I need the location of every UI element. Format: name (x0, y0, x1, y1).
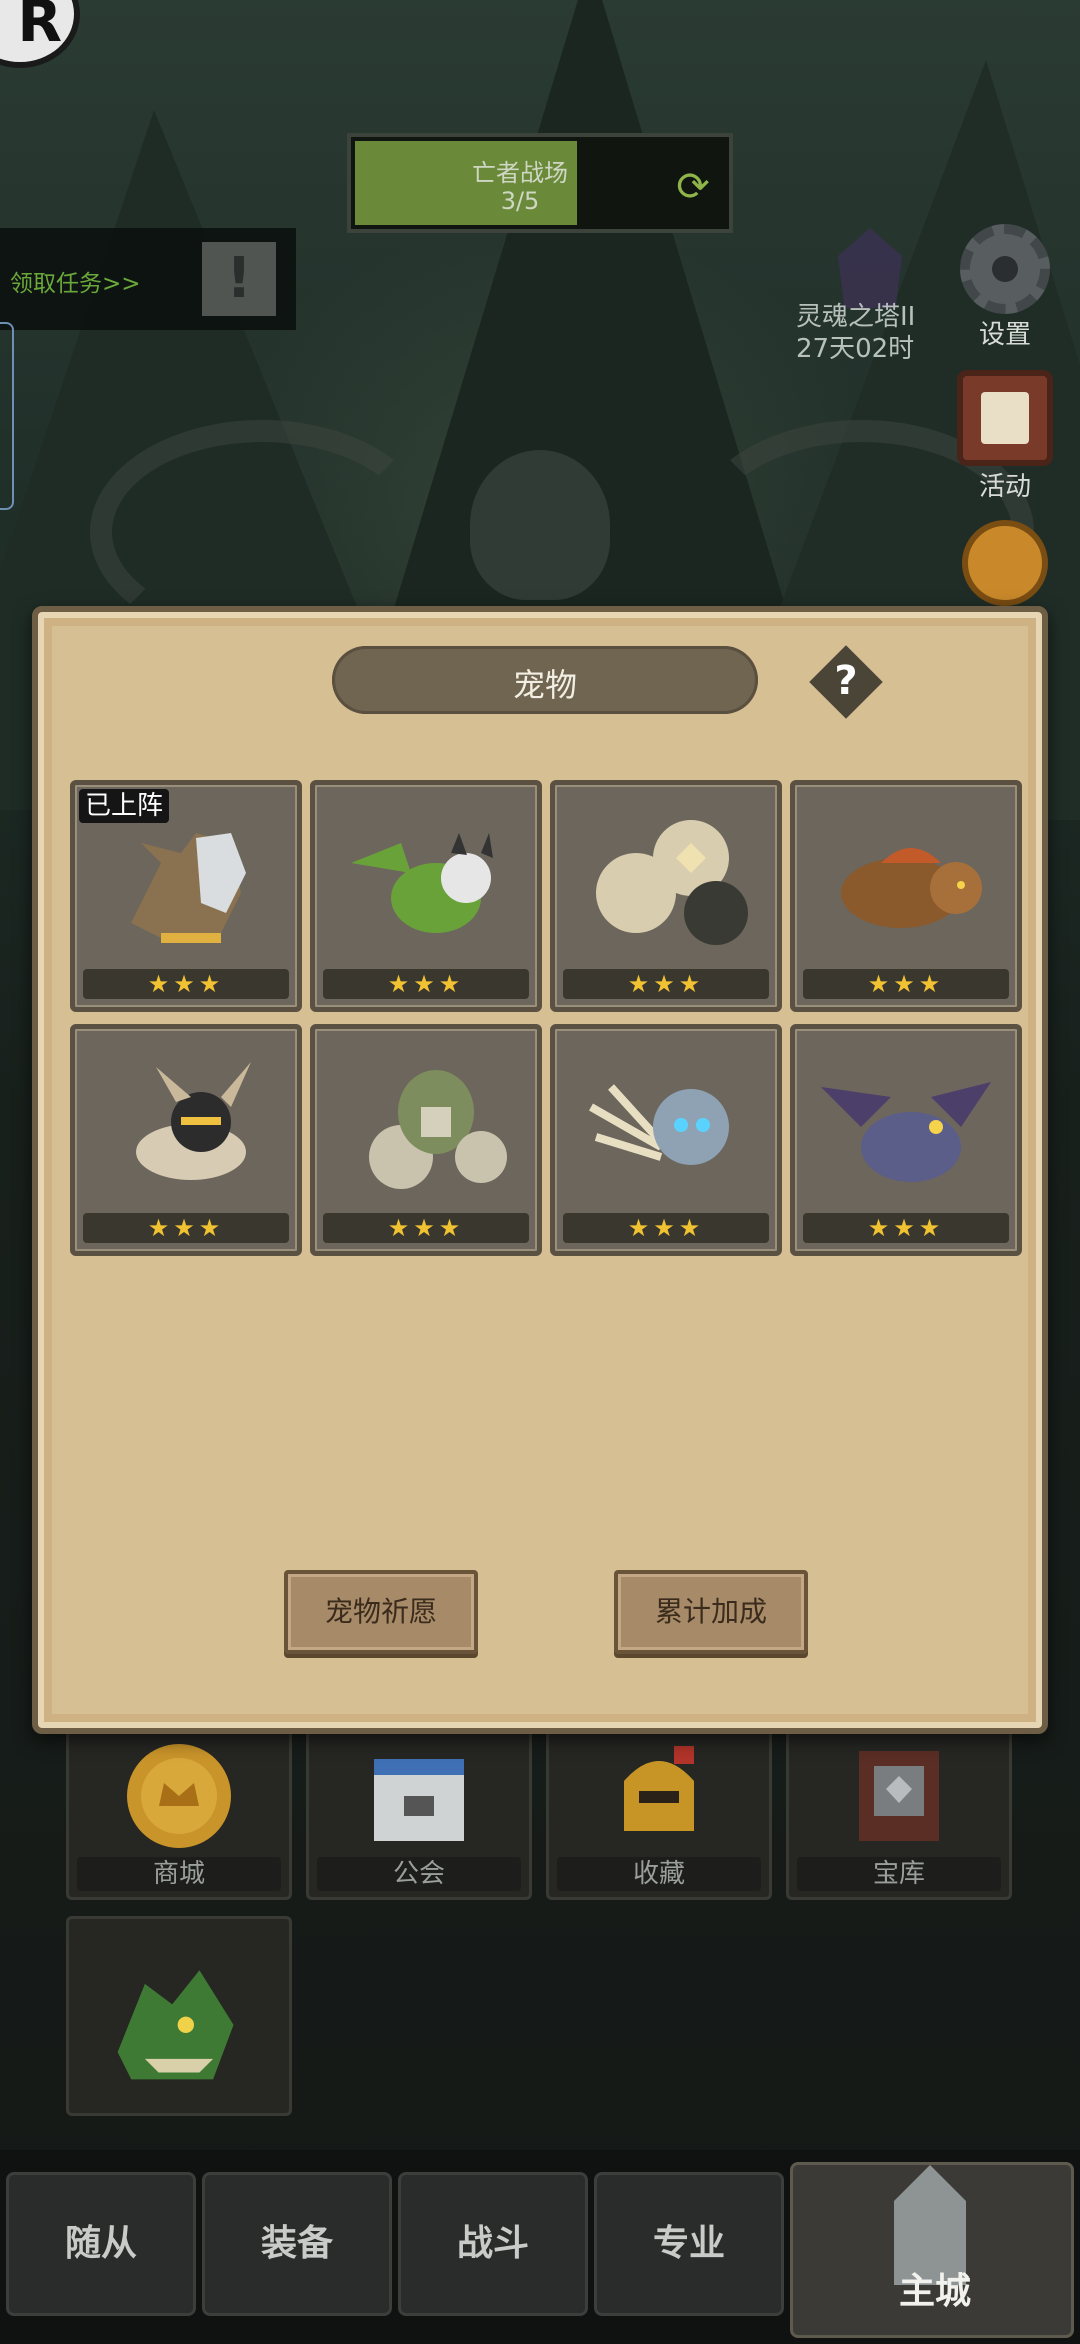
griffin-pet-icon (131, 833, 246, 943)
nav-equipment[interactable]: 装备 (202, 2172, 392, 2316)
cumulative-bonus-button[interactable]: 累计加成 (614, 1570, 808, 1654)
coin-shop-icon[interactable] (962, 520, 1048, 606)
city-tile-collection[interactable]: 收藏 (546, 1730, 772, 1900)
star-rating: ★★★ (803, 969, 1009, 999)
star-rating: ★★★ (83, 1213, 289, 1243)
tower-timer: 27天02时 (796, 334, 915, 364)
pet-card[interactable]: ★★★ (790, 1024, 1022, 1256)
pet-wish-button[interactable]: 宠物祈愿 (284, 1570, 478, 1654)
city-tile-dragon[interactable] (66, 1916, 292, 2116)
city-tile-label: 公会 (317, 1857, 521, 1891)
pet-card[interactable]: ★★★ (550, 1024, 782, 1256)
gargoyle-pet-icon (821, 1082, 991, 1182)
pet-card[interactable]: ★★★ 已上阵 (70, 780, 302, 1012)
nav-battle[interactable]: 战斗 (398, 2172, 588, 2316)
star-rating: ★★★ (563, 1213, 769, 1243)
star-rating: ★★★ (323, 969, 529, 999)
stage-name: 亡者战场 (472, 159, 568, 187)
nav-main-city-label: 主城 (898, 2271, 971, 2312)
star-rating: ★★★ (83, 969, 289, 999)
pet-card[interactable]: ★★★ (790, 780, 1022, 1012)
city-tile-guild[interactable]: 公会 (306, 1730, 532, 1900)
guild-hall-icon (374, 1759, 464, 1841)
gear-icon (960, 224, 1050, 314)
city-tile-label: 宝库 (797, 1857, 1001, 1891)
stage-progress-panel[interactable]: 亡者战场 3/5 ⟳ (347, 133, 733, 233)
help-button[interactable]: ? (808, 644, 884, 720)
panel-title: 宠物 (512, 666, 577, 704)
panel-title-bar: 宠物 (332, 646, 758, 714)
dragon-head-icon (117, 1970, 234, 2080)
deployed-badge: 已上阵 (79, 789, 170, 823)
moss-golem-pet-icon (369, 1070, 507, 1189)
green-dragon-pet-icon (351, 833, 493, 933)
star-rating: ★★★ (563, 969, 769, 999)
boar-pet-icon (841, 848, 982, 928)
stone-golem-pet-icon (596, 820, 748, 945)
nav-profession[interactable]: 专业 (594, 2172, 784, 2316)
nav-followers[interactable]: 随从 (6, 2172, 196, 2316)
quest-label: 领取任务>> (10, 271, 141, 297)
fennec-pet-icon (136, 1062, 251, 1180)
star-rating: ★★★ (803, 1213, 1009, 1243)
city-tile-treasury[interactable]: 宝库 (786, 1730, 1012, 1900)
skull-decoration (470, 450, 610, 600)
pet-panel: 宠物 ? ★★★ 已上阵 ★★★ ★★★ ★★★ ★★★ ★★★ ★★★ ★★★ 宠物祈愿 累计… (32, 606, 1048, 1734)
event-label: 活动 (978, 472, 1031, 502)
quest-banner[interactable]: 领取任务>> ! (0, 228, 296, 330)
coin-icon (127, 1744, 231, 1848)
star-rating: ★★★ (323, 1213, 529, 1243)
pet-card[interactable]: ★★★ (70, 1024, 302, 1256)
help-icon: ? (834, 658, 858, 704)
event-button[interactable]: 活动 (950, 370, 1060, 503)
city-tile-label: 收藏 (557, 1857, 761, 1891)
settings-button[interactable]: 设置 (950, 224, 1060, 351)
stage-progress-text: 3/5 (500, 187, 540, 215)
refresh-icon[interactable]: ⟳ (669, 163, 717, 211)
pet-card[interactable]: ★★★ (310, 780, 542, 1012)
city-tile-shop[interactable]: 商城 (66, 1730, 292, 1900)
pet-card[interactable]: ★★★ (550, 780, 782, 1012)
soul-tower-button[interactable]: 灵魂之塔II 27天02时 (796, 228, 930, 364)
settings-label: 设置 (978, 320, 1031, 350)
exclamation-icon[interactable]: ! (202, 242, 276, 316)
pet-card[interactable]: ★★★ (310, 1024, 542, 1256)
treasury-icon (859, 1751, 939, 1841)
city-tile-label: 商城 (77, 1857, 281, 1891)
skeleton-wolf-pet-icon (589, 1084, 729, 1165)
scroll-icon (957, 370, 1053, 466)
helmet-icon (624, 1746, 694, 1831)
side-panel-edge[interactable] (0, 322, 14, 510)
